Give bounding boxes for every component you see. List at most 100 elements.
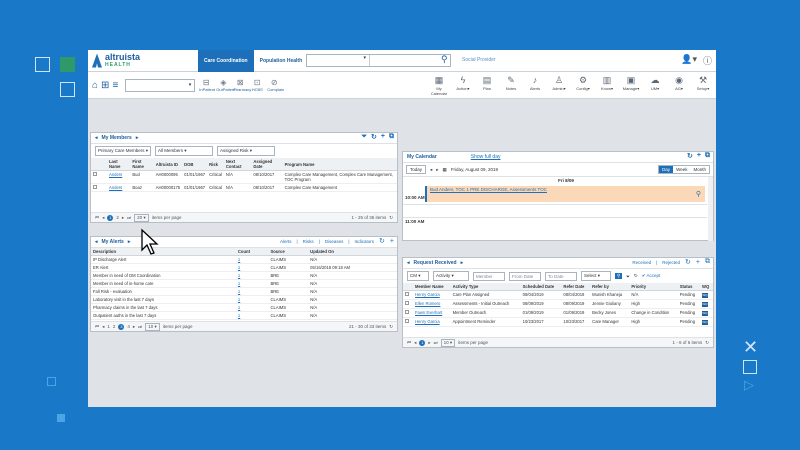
last-page-icon[interactable]: ⏭ [138,324,142,329]
table-cell[interactable]: Fawn Everhart [413,308,451,318]
expand-icon[interactable]: ▸ [461,260,464,266]
page-1[interactable]: 1 [107,324,110,329]
work-queue-icon[interactable]: WQ [702,302,709,307]
table-cell[interactable]: 1 [235,287,269,296]
row-checkbox[interactable] [405,292,409,296]
table-cell[interactable]: Ellen Romero [413,299,451,309]
table-row[interactable]: Anders Bud AH0000095 01/01/1967 Critical N/A 0… [91,170,397,184]
next-page-icon[interactable]: ▸ [428,340,430,346]
table-cell[interactable]: Henry Garcia [413,317,451,327]
month-view-button[interactable]: Month [690,166,709,173]
search-icon[interactable]: ⚲ [441,54,455,67]
prev-day-icon[interactable]: ◂ [430,167,432,173]
social-provider-link[interactable]: Social Provider [462,57,496,63]
table-row[interactable]: Outpatient auths in the last 7 days 1 CLAI… [91,311,397,320]
table-row[interactable]: Ellen Romero Assessments - Initial Outrea… [403,299,713,309]
refresh-icon[interactable]: ↻ [389,324,393,330]
table-row[interactable]: Henry Garcia Care Plan Assigned 08/04/2019… [403,290,713,300]
user-menu-icon[interactable]: 👤▾ [681,54,697,67]
table-row[interactable]: Pharmacy claims in the last 7 days 1 CLAIM… [91,303,397,312]
refresh-icon[interactable]: ↻ [371,133,377,141]
first-page-icon[interactable]: ⏮ [95,324,99,329]
menu-icon[interactable]: ≡ [112,80,118,91]
to-date-input[interactable]: To Date [545,271,577,281]
table-cell[interactable]: 1 [235,263,269,272]
know-button[interactable]: ▥ Know▾ [596,74,618,96]
filter-icon[interactable]: ⏷ [626,274,630,279]
from-date-input[interactable]: From Date [509,271,541,281]
rejected-link[interactable]: Rejected [662,260,680,265]
work-queue-icon[interactable]: WQ [702,293,709,298]
ag-button[interactable]: ◉ AG▾ [668,74,690,96]
row-checkbox[interactable] [93,172,97,176]
page-size-select[interactable]: 10 ▾ [145,322,160,331]
last-page-icon[interactable]: ⏭ [434,340,438,345]
table-row[interactable]: IP Discharge Alert 1 CLAIMS N/A [91,255,397,264]
table-row[interactable]: ER Alert 1 CLAIMS 05/16/2018 09:18 AM [91,263,397,272]
table-cell[interactable]: 1 [235,255,269,264]
table-row[interactable]: Fawn Everhart Member Outreach 01/09/2019 01… [403,308,713,318]
diseases-link[interactable]: Diseases [325,239,344,244]
hcbs-button[interactable]: ⊡ HCBS [250,78,264,92]
primary-care-filter[interactable]: Primary Care Members ▾ [95,146,152,156]
org-icon[interactable]: ⊞ [101,80,109,91]
show-full-day-link[interactable]: Show full day [471,154,501,160]
activity-select[interactable]: Activity ▾ [433,271,469,281]
cm-select[interactable]: CM ▾ [407,271,429,281]
add-icon[interactable]: + [390,238,394,245]
refresh-icon[interactable]: ↻ [687,152,693,160]
search-input[interactable]: ▾ [306,54,451,67]
page-size-select[interactable]: 10 ▾ [440,338,456,347]
table-row[interactable]: Member in need of in-home care 1 BRE N/A [91,279,397,288]
table-cell[interactable]: 1 [235,295,269,304]
members-filter[interactable]: All Members ▾ [155,146,214,156]
next-day-icon[interactable]: ▸ [436,167,438,173]
manage-button[interactable]: ▣ Manage▾ [620,74,642,96]
popout-icon[interactable]: ⧉ [705,152,710,160]
table-cell[interactable]: 1 [235,279,269,288]
prev-page-icon[interactable]: ◂ [102,324,104,330]
table-row[interactable]: Member in need of DM Coordination 1 BRE N/A [91,271,397,280]
page-1[interactable]: 1 [107,214,114,221]
um-button[interactable]: ☁ UM▾ [644,74,666,96]
filter-icon[interactable]: ⏷ [361,133,367,141]
risks-link[interactable]: Risks [303,239,314,244]
table-cell[interactable]: 1 [235,303,269,312]
row-checkbox[interactable] [405,301,409,305]
page-3[interactable]: 3 [118,323,125,330]
prev-page-icon[interactable]: ◂ [102,215,104,221]
config-button[interactable]: ⚙ Config▾ [572,74,594,96]
search-scope-dropdown[interactable]: ▾ [307,55,370,66]
my-calendar-button[interactable]: ▦ My Calendar [428,74,450,96]
first-page-icon[interactable]: ⏮ [407,340,411,345]
risk-filter[interactable]: Assigned Risk ▾ [217,146,276,156]
table-cell[interactable]: Anders [107,170,131,184]
notes-button[interactable]: ✎ Notes [500,74,522,96]
refresh-icon[interactable]: ↻ [685,258,691,266]
table-cell[interactable]: 1 [235,271,269,280]
outpatient-button[interactable]: ◈ OutPatient [216,78,235,92]
table-cell[interactable]: Anders [107,183,131,192]
table-row[interactable]: Anders Boaz AH00000175 01/01/1967 Critical N/… [91,183,397,192]
setup-button[interactable]: ⚒ Setup▾ [692,74,714,96]
page-size-select[interactable]: 20 ▾ [134,213,149,222]
prev-page-icon[interactable]: ◂ [414,340,416,346]
alerts-button[interactable]: ♪ Alerts [524,74,546,96]
map-pin-icon[interactable]: ⚲ [696,190,701,198]
refresh-icon[interactable]: ↻ [705,340,709,346]
next-page-icon[interactable]: ▸ [122,215,124,221]
refresh-icon[interactable]: ↻ [389,215,393,221]
indicators-link[interactable]: Indicators [355,239,375,244]
select-dropdown[interactable]: Select ▾ [581,271,611,281]
add-icon[interactable]: + [381,133,385,141]
collapse-icon[interactable]: ◂ [407,260,410,266]
tab-population-health[interactable]: Population Health [254,50,309,72]
today-button[interactable]: Today [406,165,427,174]
table-row[interactable]: Henry Garcia Appointment Reminder 10/23/20… [403,317,713,327]
calendar-icon[interactable]: ▦ [443,167,447,173]
collapse-icon[interactable]: ◂ [95,135,98,141]
table-cell[interactable]: Henry Garcia [413,290,451,300]
add-icon[interactable]: + [696,259,700,266]
calendar-event[interactable]: Bud Anders, TOC 1 PRE DISCHARGE, Assessm… [425,186,705,202]
refresh-icon[interactable]: ↻ [379,237,385,245]
